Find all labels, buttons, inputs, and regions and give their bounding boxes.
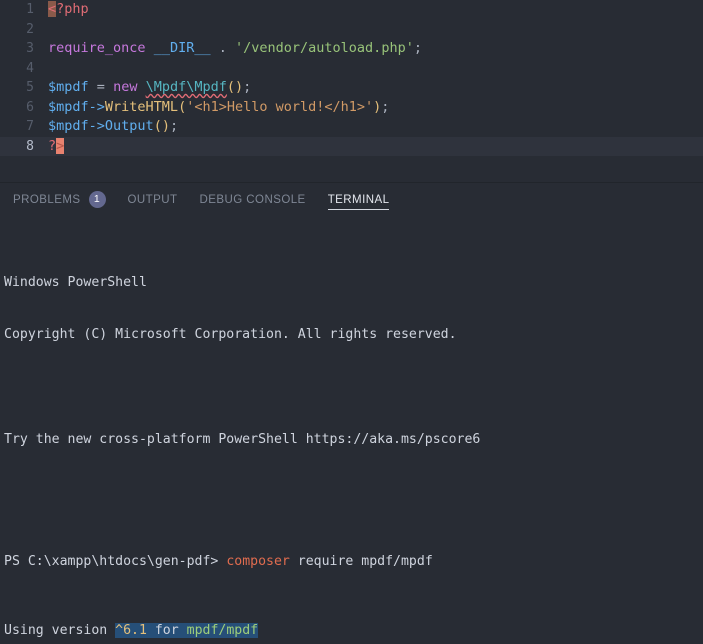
paren-open: ( [178, 98, 187, 115]
code-line-content: require_once __DIR__ . '/vendor/autoload… [34, 39, 422, 59]
line-number: 8 [26, 138, 34, 154]
selected-for-word: for [146, 623, 187, 639]
problems-count-badge: 1 [88, 191, 106, 208]
code-line-8[interactable]: 8 ?> [0, 136, 703, 157]
write-html-method: WriteHTML [104, 98, 179, 115]
php-open-tag-rest: ?php [56, 1, 89, 17]
code-line-content: $mpdf = new \Mpdf\Mpdf(); [34, 78, 251, 98]
tab-debug-console[interactable]: DEBUG CONSOLE [189, 183, 317, 216]
line-number: 2 [26, 21, 34, 37]
mpdf-class-name: \Mpdf\Mpdf [145, 79, 227, 95]
output-method: Output [104, 118, 154, 134]
terminal-line-using-version: Using version ^6.1 for mpdf/mpdf [4, 622, 703, 639]
composer-arguments: require mpdf/mpdf [289, 553, 433, 569]
terminal-line: Try the new cross-platform PowerShell ht… [4, 431, 703, 448]
code-line-7[interactable]: 7 $mpdf->Output(); [0, 117, 703, 137]
mpdf-variable: $mpdf [48, 118, 89, 134]
selected-package-name: mpdf/mpdf [186, 623, 259, 639]
terminal-text: Windows PowerShell [4, 275, 147, 291]
bottom-panel: PROBLEMS 1 OUTPUT DEBUG CONSOLE TERMINAL… [0, 182, 703, 644]
composer-command: composer [226, 553, 290, 569]
line-number: 4 [26, 60, 34, 76]
line-number: 1 [26, 2, 34, 17]
panel-tab-bar: PROBLEMS 1 OUTPUT DEBUG CONSOLE TERMINAL [0, 183, 703, 216]
code-line-4[interactable]: 4 [0, 59, 703, 79]
empty-parens: () [226, 79, 244, 95]
tab-problems-label: PROBLEMS [13, 193, 81, 206]
text-cursor: > [56, 137, 65, 154]
terminal-text: Try the new cross-platform PowerShell ht… [4, 431, 481, 447]
object-arrow: -> [88, 118, 105, 134]
code-line-6[interactable]: 6 $mpdf->WriteHTML('<h1>Hello world!</h1… [0, 98, 703, 118]
tab-output[interactable]: OUTPUT [117, 183, 189, 216]
line-number: 5 [26, 80, 34, 95]
php-close-question: ? [48, 137, 57, 154]
object-arrow: -> [88, 98, 105, 115]
code-line-content: <?php [34, 0, 89, 20]
semicolon: ; [413, 40, 422, 56]
code-line-5[interactable]: 5 $mpdf = new \Mpdf\Mpdf(); [0, 78, 703, 98]
code-line-2[interactable]: 2 [0, 20, 703, 40]
code-line-3[interactable]: 3 require_once __DIR__ . '/vendor/autolo… [0, 39, 703, 59]
tab-debug-console-label: DEBUG CONSOLE [199, 193, 306, 206]
mpdf-variable: $mpdf [48, 79, 89, 95]
line-number: 7 [26, 119, 34, 134]
tab-terminal[interactable]: TERMINAL [317, 183, 401, 216]
dir-constant: __DIR__ [153, 40, 211, 56]
tab-terminal-label: TERMINAL [327, 193, 390, 206]
active-tab-indicator [327, 209, 390, 210]
code-line-content: ?> [34, 137, 65, 157]
terminal-text: Copyright (C) Microsoft Corporation. All… [4, 327, 457, 343]
concat-operator: . [218, 40, 227, 56]
semicolon: ; [381, 98, 390, 115]
terminal-line: Copyright (C) Microsoft Corporation. All… [4, 326, 703, 343]
tab-problems[interactable]: PROBLEMS 1 [2, 183, 117, 216]
new-keyword: new [113, 79, 138, 95]
empty-parens: () [153, 118, 170, 134]
terminal-selection: ^6.1 for mpdf/mpdf [115, 623, 259, 639]
code-line-content: $mpdf->WriteHTML('<h1>Hello world!</h1>'… [34, 98, 389, 118]
mpdf-variable: $mpdf [48, 98, 89, 115]
selected-version-constraint: ^6.1 [115, 623, 147, 639]
php-open-bracket: < [48, 1, 57, 17]
terminal-line-prompt-composer: PS C:\xampp\htdocs\gen-pdf> composer req… [4, 553, 703, 570]
autoload-path-string: '/vendor/autoload.php' [235, 40, 414, 56]
code-line-content: $mpdf->Output(); [34, 117, 178, 137]
code-line-1[interactable]: 1 <?php [0, 0, 703, 20]
tab-output-label: OUTPUT [127, 193, 178, 206]
using-version-prefix: Using version [4, 623, 116, 639]
semicolon: ; [243, 79, 252, 95]
semicolon: ; [169, 118, 179, 134]
line-number: 3 [26, 41, 34, 56]
code-editor[interactable]: 1 <?php 2 3 require_once __DIR__ . '/ven… [0, 0, 703, 182]
vscode-window: 1 <?php 2 3 require_once __DIR__ . '/ven… [0, 0, 703, 644]
terminal-line: Windows PowerShell [4, 274, 703, 291]
html-string-argument: '<h1>Hello world!</h1>' [186, 98, 374, 115]
line-number: 6 [26, 99, 34, 115]
assign-operator: = [96, 79, 105, 95]
shell-prompt: PS C:\xampp\htdocs\gen-pdf> [4, 553, 227, 569]
terminal-output[interactable]: Windows PowerShell Copyright (C) Microso… [0, 216, 703, 644]
require-once-keyword: require_once [48, 40, 146, 56]
